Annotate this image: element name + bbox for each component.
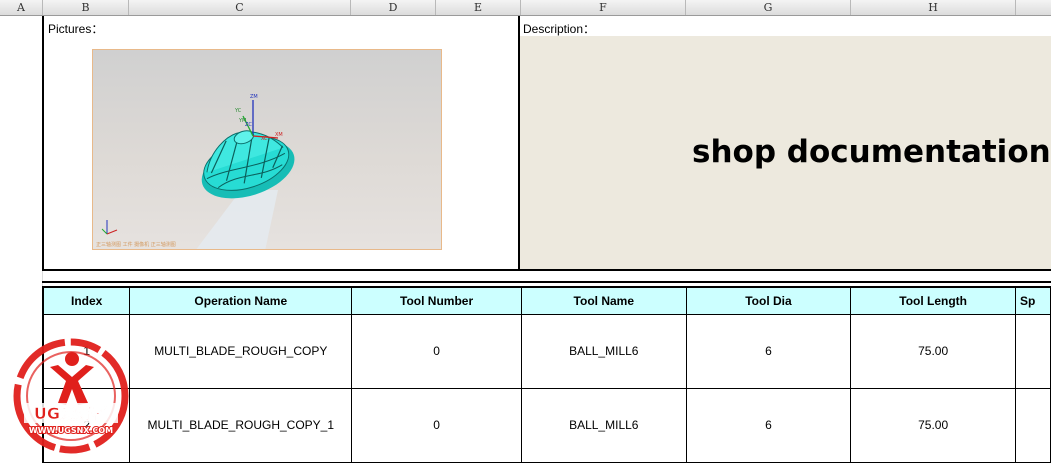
operations-table: Index Operation Name Tool Number Tool Na… <box>42 286 1051 463</box>
cell-tool-dia[interactable]: 6 <box>685 313 852 389</box>
cell-spindle[interactable] <box>1014 387 1051 463</box>
cell-tool-name[interactable]: BALL_MILL6 <box>520 313 687 389</box>
axis-label-xc: XC <box>261 136 268 142</box>
column-header-next[interactable] <box>1016 0 1051 15</box>
header-tool-number[interactable]: Tool Number <box>351 286 522 315</box>
description-panel[interactable]: shop documentation fo <box>520 36 1051 269</box>
column-header-g[interactable]: G <box>686 0 851 15</box>
ugsnx-watermark-logo: UG爱好者 WWW.UGSNX.COM <box>12 337 130 455</box>
axis-label-zm: ZM <box>250 94 258 100</box>
description-text: shop documentation fo <box>692 134 1051 170</box>
image-footer-text: 正三轴测图 工件 摄像机 正三轴测图 <box>96 241 176 248</box>
column-header-h[interactable]: H <box>851 0 1016 15</box>
column-header-c[interactable]: C <box>129 0 351 15</box>
header-tool-length[interactable]: Tool Length <box>850 286 1016 315</box>
axis-label-yc: YC <box>234 108 242 114</box>
column-header-d[interactable]: D <box>351 0 436 15</box>
section-divider <box>42 281 1051 283</box>
cell-tool-name[interactable]: BALL_MILL6 <box>520 387 687 463</box>
cell-tool-dia[interactable]: 6 <box>685 387 852 463</box>
impeller-model <box>201 130 295 199</box>
impeller-model-graphic: ZM YC XC XM ZC YM 正三轴测图 工件 摄像机 正三轴测图 <box>96 94 295 249</box>
cell-operation-name[interactable]: MULTI_BLADE_ROUGH_COPY <box>129 313 353 389</box>
table-row: 1 MULTI_BLADE_ROUGH_COPY 0 BALL_MILL6 6 … <box>42 313 1051 389</box>
column-header-f[interactable]: F <box>521 0 686 15</box>
watermark-brand: UG爱好者 <box>34 404 108 423</box>
axis-label-xm: XM <box>275 132 283 138</box>
column-header-a[interactable]: A <box>0 0 43 15</box>
cell-tool-length[interactable]: 75.00 <box>850 387 1016 463</box>
impeller-model-image[interactable]: ZM YC XC XM ZC YM 正三轴测图 工件 摄像机 正三轴测图 <box>92 49 442 250</box>
column-header-e[interactable]: E <box>436 0 521 15</box>
watermark-url: WWW.UGSNX.COM <box>29 426 113 435</box>
column-header-bar: A B C D E F G H <box>0 0 1051 16</box>
pictures-cell[interactable]: Pictures： ZM YC XC XM ZC YM 正三轴测图 工件 摄像机… <box>42 16 520 271</box>
runner-figure-icon <box>50 352 94 405</box>
view-triad-icon <box>101 220 118 235</box>
axis-label-ym: YM <box>238 118 246 124</box>
column-header-b[interactable]: B <box>43 0 129 15</box>
header-tool-name[interactable]: Tool Name <box>520 286 687 315</box>
pictures-label: Pictures： <box>48 22 104 36</box>
header-index[interactable]: Index <box>42 286 131 315</box>
header-operation-name[interactable]: Operation Name <box>129 286 353 315</box>
cell-spindle[interactable] <box>1014 313 1051 389</box>
cell-tool-number[interactable]: 0 <box>351 313 522 389</box>
description-cell[interactable]: Description： shop documentation fo <box>520 16 1051 271</box>
table-header-row: Index Operation Name Tool Number Tool Na… <box>42 286 1051 315</box>
cell-tool-number[interactable]: 0 <box>351 387 522 463</box>
header-spindle[interactable]: Sp <box>1014 286 1051 315</box>
table-row: 2 MULTI_BLADE_ROUGH_COPY_1 0 BALL_MILL6 … <box>42 387 1051 463</box>
description-label: Description： <box>523 22 596 36</box>
header-tool-dia[interactable]: Tool Dia <box>685 286 852 315</box>
cell-operation-name[interactable]: MULTI_BLADE_ROUGH_COPY_1 <box>129 387 353 463</box>
cell-tool-length[interactable]: 75.00 <box>850 313 1016 389</box>
